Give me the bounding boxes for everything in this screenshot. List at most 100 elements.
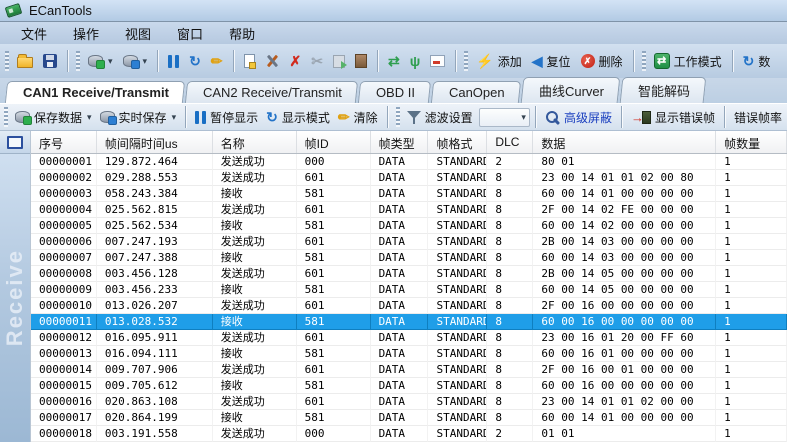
table-row[interactable]: 00000012016.095.911发送成功601DATASTANDARD82… [31,330,787,346]
minimize-panel-button[interactable] [425,52,450,70]
menu-item[interactable]: 窗口 [164,22,216,45]
back-arrow-icon: ◀ [532,53,543,69]
tools-icon [265,54,280,69]
delete-item-button[interactable]: ✗ [285,50,307,72]
tab[interactable]: 曲线Curver [520,77,620,103]
table-cell: 00000004 [31,202,97,218]
tab[interactable]: 智能解码 [619,77,706,103]
tab[interactable]: CAN2 Receive/Transmit [185,81,358,103]
advanced-mask-button[interactable]: 高级屏蔽 [541,107,616,128]
data-button[interactable]: ↻数 [738,50,776,73]
work-mode-button[interactable]: ⇄工作模式 [649,50,727,73]
table-cell: 8 [487,362,533,378]
save-floppy-icon [43,54,57,68]
table-row[interactable]: 00000005025.562.534接收581DATASTANDARD860 … [31,218,787,234]
add-button[interactable]: ⚡添加 [471,50,526,73]
filter-funnel-icon [407,110,421,125]
table-row[interactable]: 00000004025.562.815发送成功601DATASTANDARD82… [31,202,787,218]
realtime-save-button[interactable]: 实时保存▾ [96,107,181,128]
pause-display-label: 暂停显示 [210,109,258,126]
pause-button[interactable] [163,52,184,71]
table-row[interactable]: 00000001129.872.464发送成功000DATASTANDARD28… [31,154,787,170]
column-header[interactable]: 帧ID [297,131,371,153]
filter-settings-button[interactable]: 滤波设置 [403,107,477,128]
table-row[interactable]: 00000003058.243.384接收581DATASTANDARD860 … [31,186,787,202]
menu-item[interactable]: 操作 [60,22,112,45]
display-mode-button[interactable]: ↻显示模式 [262,107,334,128]
swap-channels-button[interactable]: ⇄ [383,50,405,72]
left-column: Receive [0,131,30,442]
show-error-frames-button[interactable]: →显示错误帧 [627,107,719,128]
table-cell: STANDARD [428,378,487,394]
table-cell: STANDARD [428,250,487,266]
save-data-icon [15,111,30,123]
clear-button[interactable]: ✏清除 [334,107,382,128]
table-row[interactable]: 00000018003.191.558发送成功000DATASTANDARD20… [31,426,787,442]
column-header[interactable]: 名称 [213,131,297,153]
refresh-button[interactable]: ↻ [184,50,206,72]
table-cell: STANDARD [428,362,487,378]
select-all-checkbox[interactable] [7,136,23,149]
table-cell: STANDARD [428,298,487,314]
table-row[interactable]: 00000009003.456.233接收581DATASTANDARD860 … [31,282,787,298]
table-cell: DATA [371,314,429,330]
table-row[interactable]: 00000016020.863.108发送成功601DATASTANDARD82… [31,394,787,410]
table-row[interactable]: 00000011013.028.532接收581DATASTANDARD860 … [31,314,787,330]
error-frame-icon: → [631,110,651,125]
column-header[interactable]: 帧数量 [716,131,787,153]
delete-button[interactable]: ✗删除 [576,50,628,73]
save-data-button[interactable]: 保存数据▾ [11,107,96,128]
table-row[interactable]: 00000017020.864.199接收581DATASTANDARD860 … [31,410,787,426]
table-row[interactable]: 00000014009.707.906发送成功601DATASTANDARD82… [31,362,787,378]
column-header[interactable]: 帧间隔时间us [97,131,213,153]
device-close-dropdown-button[interactable]: ▾ [118,52,153,70]
table-cell: 013.026.207 [97,298,213,314]
column-header[interactable]: 数据 [533,131,716,153]
table-cell: DATA [371,250,429,266]
column-header[interactable]: 帧类型 [371,131,429,153]
device-open-dropdown-button[interactable]: ▾ [83,52,118,70]
save-file-button[interactable] [38,51,62,71]
table-cell: 00000008 [31,266,97,282]
settings-tools-button[interactable] [260,51,285,72]
table-row[interactable]: 00000015009.705.612接收581DATASTANDARD860 … [31,378,787,394]
table-cell: 发送成功 [213,426,297,442]
table-cell: 601 [297,170,371,186]
frame-table: 序号帧间隔时间us名称帧ID帧类型帧格式DLC数据帧数量 00000001129… [30,131,787,442]
column-header[interactable]: DLC [487,131,533,153]
dropdown-arrow-icon: ▾ [521,112,526,123]
menu-item[interactable]: 帮助 [216,22,268,45]
table-cell: 1 [716,282,787,298]
table-row[interactable]: 00000010013.026.207发送成功601DATASTANDARD82… [31,298,787,314]
menu-item[interactable]: 视图 [112,22,164,45]
device-close-icon [123,55,138,67]
copy-run-button[interactable] [328,52,350,71]
column-header[interactable]: 序号 [31,131,97,153]
exit-door-icon [355,54,367,68]
table-row[interactable]: 00000007007.247.388接收581DATASTANDARD860 … [31,250,787,266]
pause-display-button[interactable]: 暂停显示 [191,107,262,128]
open-file-button[interactable] [12,51,38,71]
column-header[interactable]: 帧格式 [428,131,487,153]
tab-label: 曲线Curver [539,81,604,100]
pause-icon [168,55,179,68]
table-row[interactable]: 00000006007.247.193发送成功601DATASTANDARD82… [31,234,787,250]
filter-combobox[interactable]: ▾ [479,108,530,127]
usb-device-button[interactable]: ψ [405,50,426,72]
filter-settings-label: 滤波设置 [425,109,473,126]
tab[interactable]: OBD II [358,81,431,103]
tab[interactable]: CanOpen [431,81,521,103]
cut-button[interactable]: ✂ [306,50,328,72]
menu-item[interactable]: 文件 [8,22,60,45]
copy-run-icon [333,55,345,68]
tab[interactable]: CAN1 Receive/Transmit [5,81,185,103]
table-row[interactable]: 00000013016.094.111接收581DATASTANDARD860 … [31,346,787,362]
clean-button[interactable]: ✏ [206,50,228,72]
table-row[interactable]: 00000002029.288.553发送成功601DATASTANDARD82… [31,170,787,186]
exit-button[interactable] [350,51,372,71]
table-cell: 000 [297,154,371,170]
reset-button[interactable]: ◀复位 [527,50,576,73]
tab-label: OBD II [376,85,415,100]
table-row[interactable]: 00000008003.456.128发送成功601DATASTANDARD82… [31,266,787,282]
new-item-button[interactable] [239,51,260,71]
